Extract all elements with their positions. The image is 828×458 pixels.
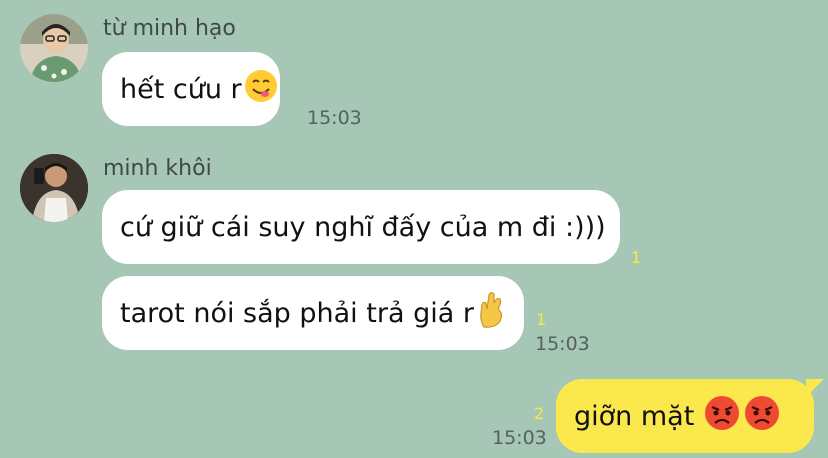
unread-count: 1 bbox=[536, 310, 547, 329]
message-text: tarot nói sắp phải trả giá r bbox=[120, 297, 474, 329]
sender-name: từ minh hạo bbox=[103, 16, 236, 41]
angry-face-icon bbox=[744, 395, 780, 438]
message-bubble[interactable]: hết cứu r bbox=[102, 52, 280, 126]
message-time: 15:03 bbox=[535, 333, 590, 355]
angry-face-icon bbox=[704, 395, 740, 438]
bubble-tail bbox=[806, 379, 824, 397]
message-bubble[interactable]: tarot nói sắp phải trả giá r bbox=[102, 276, 524, 350]
avatar-tu-minh-hao[interactable] bbox=[20, 14, 88, 82]
unread-count: 2 bbox=[534, 404, 545, 423]
yum-face-icon bbox=[244, 69, 278, 110]
avatar-minh-khoi[interactable] bbox=[20, 154, 88, 222]
message-text: hết cứu r bbox=[120, 73, 242, 105]
message-time: 15:03 bbox=[307, 107, 362, 129]
message-text: giỡn mặt bbox=[574, 400, 695, 432]
outgoing-message-bubble[interactable]: giỡn mặt bbox=[556, 379, 814, 453]
message-text: cứ giữ cái suy nghĩ đấy của m đi :))) bbox=[120, 211, 606, 243]
message-time: 15:03 bbox=[492, 427, 547, 449]
message-bubble[interactable]: cứ giữ cái suy nghĩ đấy của m đi :))) bbox=[102, 190, 620, 264]
sender-name: minh khôi bbox=[103, 156, 212, 181]
unread-count: 1 bbox=[631, 248, 642, 267]
crossed-fingers-icon bbox=[476, 291, 506, 336]
